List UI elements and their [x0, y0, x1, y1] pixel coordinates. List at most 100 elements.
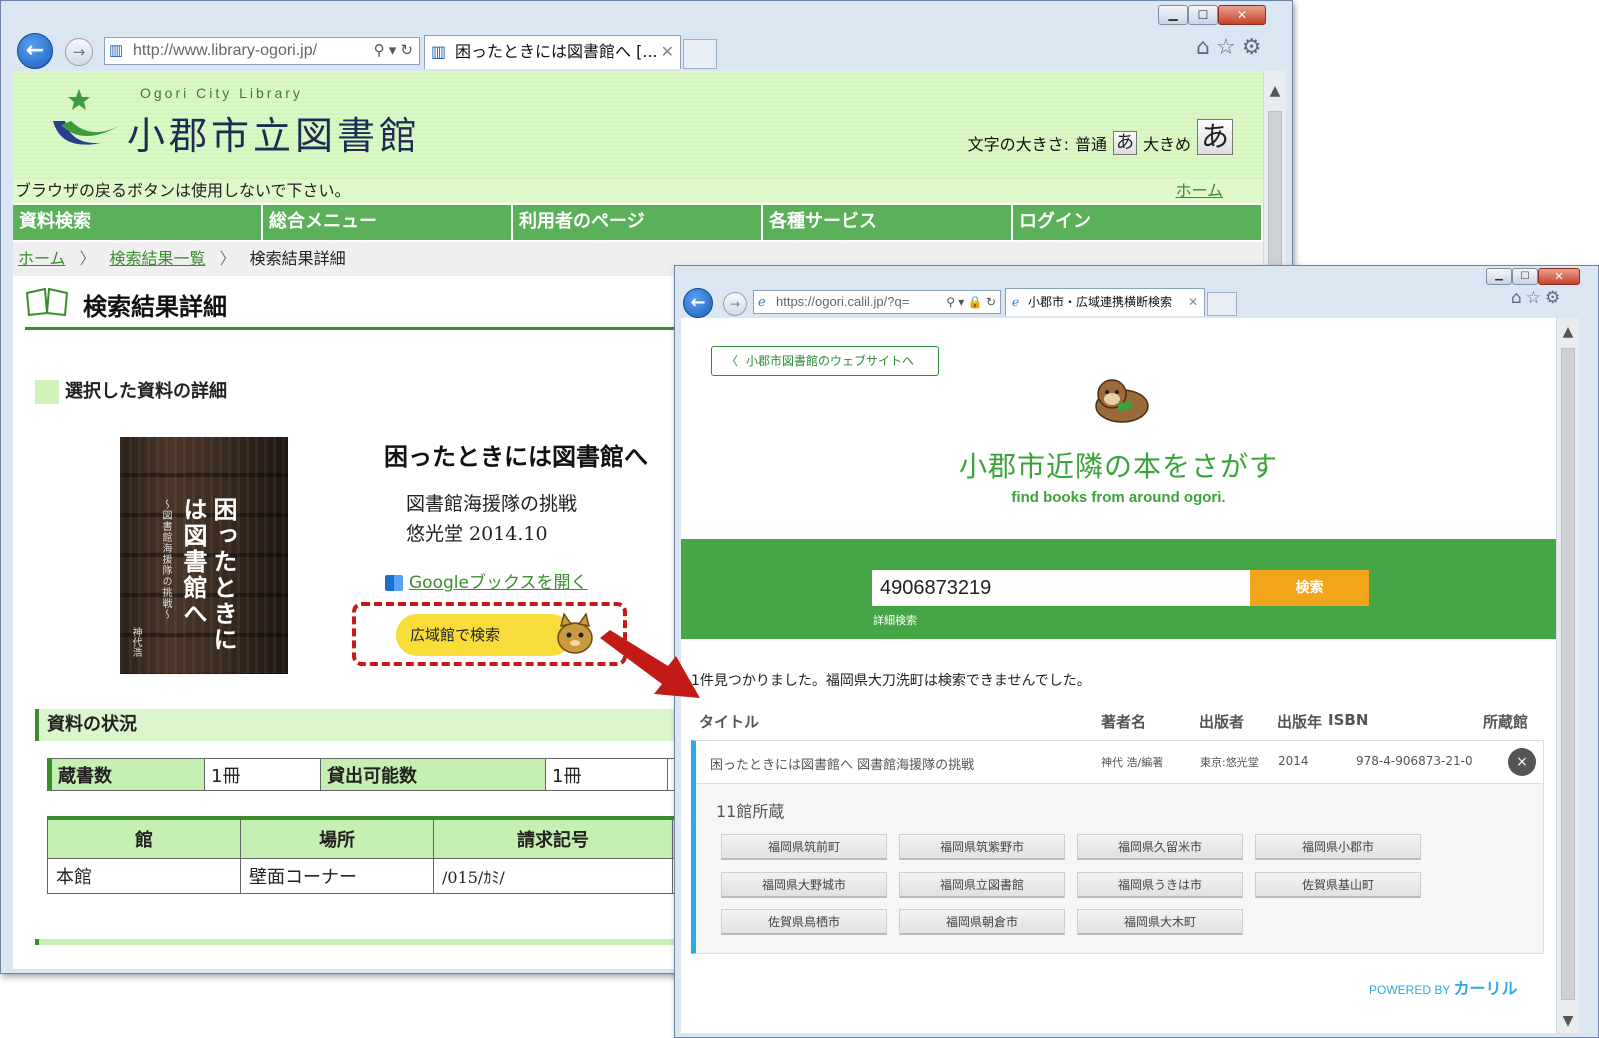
menu-item-user-page[interactable]: 利用者のページ [513, 205, 763, 240]
back-arrow-icon[interactable]: ← [17, 33, 53, 69]
result-card[interactable]: 困ったときには図書館へ 図書館海援隊の挑戦 神代 浩/編著 東京:悠光堂 201… [691, 740, 1544, 954]
library-button[interactable]: 福岡県筑前町 [721, 834, 887, 860]
address-text-2: https://ogori.calil.jp/?q= [776, 294, 910, 309]
favorites-star-icon[interactable]: ☆ [1216, 35, 1242, 60]
site-header: Ogori City Library 小郡市立図書館 文字の大きさ: 普通 あ … [13, 71, 1263, 179]
menu-item-general[interactable]: 総合メニュー [263, 205, 513, 240]
tab-library-detail[interactable]: ▥ 困ったときには図書館へ [... ✕ [424, 35, 681, 69]
search-input[interactable]: 4906873219 [872, 570, 1250, 606]
address-bar[interactable]: http://www.library-ogori.jp/ ▥ ⚲ ▾ ↻ [104, 37, 420, 65]
toolbar-icons-2: ⌂☆⚙ [1511, 288, 1564, 308]
site-name: 小郡市立図書館 [127, 114, 422, 158]
cell-library: 本館 [47, 858, 241, 894]
toolbar-icons: ⌂☆⚙ [1196, 35, 1267, 60]
holdings-label: 蔵書数 [47, 758, 205, 791]
scroll-up-arrow-icon[interactable]: ▲ [1264, 83, 1286, 99]
search-refresh-icon[interactable]: ⚲ ▾ ↻ [371, 38, 413, 64]
powered-by: POWERED BY カーリル [1369, 975, 1518, 999]
font-normal-label: 普通 [1074, 135, 1107, 154]
advanced-search-link[interactable]: 詳細検索 [873, 612, 917, 628]
new-tab-button[interactable] [683, 39, 717, 69]
available-label: 貸出可能数 [320, 758, 546, 791]
address-text: http://www.library-ogori.jp/ [133, 42, 318, 59]
home-link[interactable]: ホーム [1175, 179, 1223, 203]
library-button[interactable]: 佐賀県基山町 [1255, 872, 1421, 898]
library-logo-icon [53, 89, 121, 145]
tab-calil-search[interactable]: ℯ 小郡市・広域連携横断検索 ✕ [1005, 288, 1205, 316]
col-isbn: ISBN [1328, 711, 1369, 729]
library-button[interactable]: 福岡県久留米市 [1077, 834, 1243, 860]
favorites-star-icon-2[interactable]: ☆ [1526, 288, 1545, 308]
search-lock-refresh-icon[interactable]: ⚲ ▾ 🔒 ↻ [944, 291, 996, 313]
result-row[interactable]: 困ったときには図書館へ 図書館海援隊の挑戦 神代 浩/編著 東京:悠光堂 201… [696, 741, 1543, 784]
google-books-icon [385, 575, 403, 591]
close-result-button[interactable]: × [1508, 748, 1536, 776]
squirrel-mascot-icon [557, 612, 593, 654]
settings-gear-icon[interactable]: ⚙ [1242, 35, 1268, 60]
calil-page: 〈小郡市図書館のウェブサイトへ 小郡市近隣の本をさがす find books f… [681, 318, 1556, 1033]
menu-item-services[interactable]: 各種サービス [763, 205, 1013, 240]
back-arrow-icon-2[interactable]: ← [683, 288, 713, 318]
scroll-thumb-2[interactable] [1561, 348, 1575, 1000]
breadcrumb-results[interactable]: 検索結果一覧 [110, 249, 206, 268]
forward-arrow-icon[interactable]: → [65, 38, 93, 66]
close-window-button-2[interactable]: ✕ [1538, 268, 1580, 285]
forward-arrow-icon-2[interactable]: → [723, 292, 747, 316]
library-button[interactable]: 佐賀県鳥栖市 [721, 909, 887, 935]
library-button[interactable]: 福岡県大野城市 [721, 872, 887, 898]
close-tab-icon-2[interactable]: ✕ [1188, 289, 1198, 315]
close-window-button[interactable]: ✕ [1218, 5, 1266, 25]
cover-subtitle: 〜図書館海援隊の挑戦〜 [160, 499, 171, 620]
holdings-count: 11館所蔵 [716, 802, 785, 821]
home-icon-2[interactable]: ⌂ [1511, 288, 1526, 308]
library-button[interactable]: 福岡県うきは市 [1077, 872, 1243, 898]
library-button[interactable]: 福岡県立図書館 [899, 872, 1065, 898]
wide-area-search-button[interactable]: 広域館で検索 [396, 612, 593, 656]
minimize-button[interactable]: ▁ [1158, 5, 1188, 25]
section-marker [35, 380, 59, 404]
minimize-button-2[interactable]: ▁ [1486, 268, 1512, 285]
menu-item-login[interactable]: ログイン [1013, 205, 1263, 240]
settings-gear-icon-2[interactable]: ⚙ [1545, 288, 1564, 308]
font-normal-button[interactable]: あ [1112, 131, 1137, 155]
address-bar-2[interactable]: ℯ https://ogori.calil.jp/?q= ⚲ ▾ 🔒 ↻ [753, 290, 1001, 314]
search-button[interactable]: 検索 [1250, 570, 1369, 606]
col-location: 場所 [240, 817, 434, 859]
breadcrumb-separator-icon: 〉 [79, 249, 96, 268]
library-button[interactable]: 福岡県小郡市 [1255, 834, 1421, 860]
scroll-up-arrow-icon-2[interactable]: ▲ [1557, 324, 1579, 340]
close-tab-icon[interactable]: ✕ [661, 36, 674, 68]
back-to-library-text: 小郡市図書館のウェブサイトへ [746, 354, 915, 368]
font-size-label: 文字の大きさ: [967, 135, 1069, 154]
menu-item-search[interactable]: 資料検索 [13, 205, 263, 240]
back-to-library-link[interactable]: 〈小郡市図書館のウェブサイトへ [711, 346, 939, 376]
tab-title: 困ったときには図書館へ [... [455, 42, 658, 61]
section-selected-text: 選択した資料の詳細 [65, 381, 227, 402]
google-books-link[interactable]: Googleブックスを開く [409, 573, 587, 593]
calil-scrollbar[interactable]: ▲ ▼ [1556, 318, 1579, 1033]
maximize-button[interactable]: ☐ [1188, 5, 1218, 25]
maximize-button-2[interactable]: ☐ [1512, 268, 1538, 285]
col-publisher: 出版者 [1199, 713, 1245, 731]
result-publisher: 東京:悠光堂 [1200, 756, 1259, 769]
library-button[interactable]: 福岡県筑紫野市 [899, 834, 1065, 860]
book-cover-image: 困ったときには図書館へ 〜図書館海援隊の挑戦〜 神代浩 [120, 437, 288, 674]
main-menu: 資料検索 総合メニュー 利用者のページ 各種サービス ログイン [13, 205, 1263, 240]
scroll-down-arrow-icon-2[interactable]: ▼ [1557, 1013, 1579, 1029]
open-book-icon [25, 287, 69, 317]
font-large-button[interactable]: あ [1197, 119, 1233, 155]
site-name-english: Ogori City Library [140, 85, 303, 101]
wide-area-search-label: 広域館で検索 [410, 626, 501, 644]
library-button[interactable]: 福岡県大木町 [1077, 909, 1243, 935]
new-tab-button-2[interactable] [1207, 292, 1237, 316]
calil-brand-logo: カーリル [1453, 981, 1518, 998]
book-subtitle: 図書館海援隊の挑戦 [406, 493, 578, 515]
tab-favicon-icon: ▥ [431, 42, 447, 61]
red-arrow-icon [600, 630, 700, 698]
home-icon[interactable]: ⌂ [1196, 35, 1216, 60]
breadcrumb-home[interactable]: ホーム [18, 249, 66, 268]
found-message: 1件見つかりました。福岡県大刀洗町は検索できませんでした。 [691, 673, 1091, 689]
holdings-value: 1冊 [204, 758, 321, 791]
library-button[interactable]: 福岡県朝倉市 [899, 909, 1065, 935]
breadcrumb-separator-icon: 〉 [219, 249, 236, 268]
